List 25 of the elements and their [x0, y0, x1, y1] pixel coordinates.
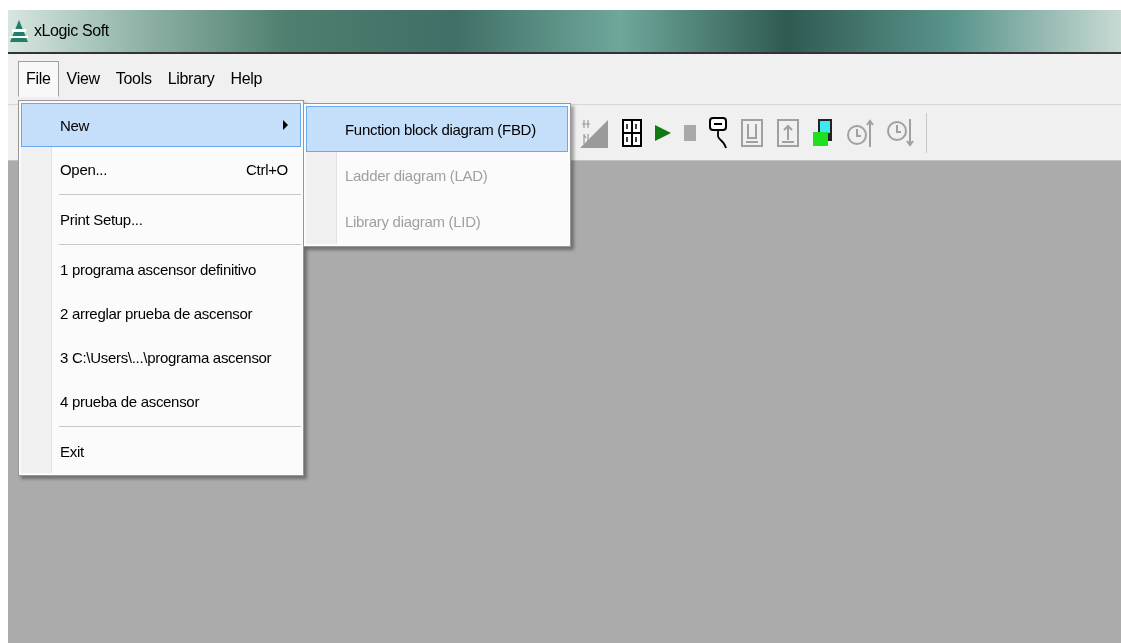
menu-item[interactable]: Exit — [21, 429, 301, 473]
menu-bar-item[interactable]: File — [18, 61, 59, 97]
menu-item[interactable]: 3 C:\Users\...\programa ascensor — [21, 335, 301, 379]
app-logo-icon — [10, 20, 28, 42]
menu-item[interactable]: 1 programa ascensor definitivo — [21, 247, 301, 291]
menu-item[interactable]: Print Setup... — [21, 197, 301, 241]
menu-bar-item[interactable]: View — [58, 61, 108, 97]
menu-bar-item[interactable]: Tools — [107, 61, 160, 97]
window-title: xLogic Soft — [34, 22, 109, 40]
device-icon[interactable] — [812, 117, 834, 148]
cable-icon[interactable] — [708, 115, 728, 150]
shortcut-label: Ctrl+O — [246, 160, 288, 178]
menu-bar-item[interactable]: Help — [222, 61, 271, 97]
stop-icon[interactable] — [684, 124, 696, 141]
menu-item[interactable]: 4 prueba de ascensor — [21, 379, 301, 423]
menu-item[interactable]: New — [21, 103, 301, 147]
play-icon[interactable] — [654, 122, 672, 143]
menu-item[interactable]: Open... Ctrl+O — [21, 147, 301, 191]
download-icon[interactable] — [740, 117, 764, 148]
clock-down-icon[interactable] — [886, 116, 914, 149]
menu-bar-item[interactable]: Library — [159, 61, 223, 97]
menu-item[interactable]: 2 arreglar prueba de ascensor — [21, 291, 301, 335]
menu-item[interactable]: Function block diagram (FBD) — [306, 106, 568, 152]
upload-icon[interactable] — [776, 117, 800, 148]
grid-icon[interactable] — [622, 118, 642, 147]
